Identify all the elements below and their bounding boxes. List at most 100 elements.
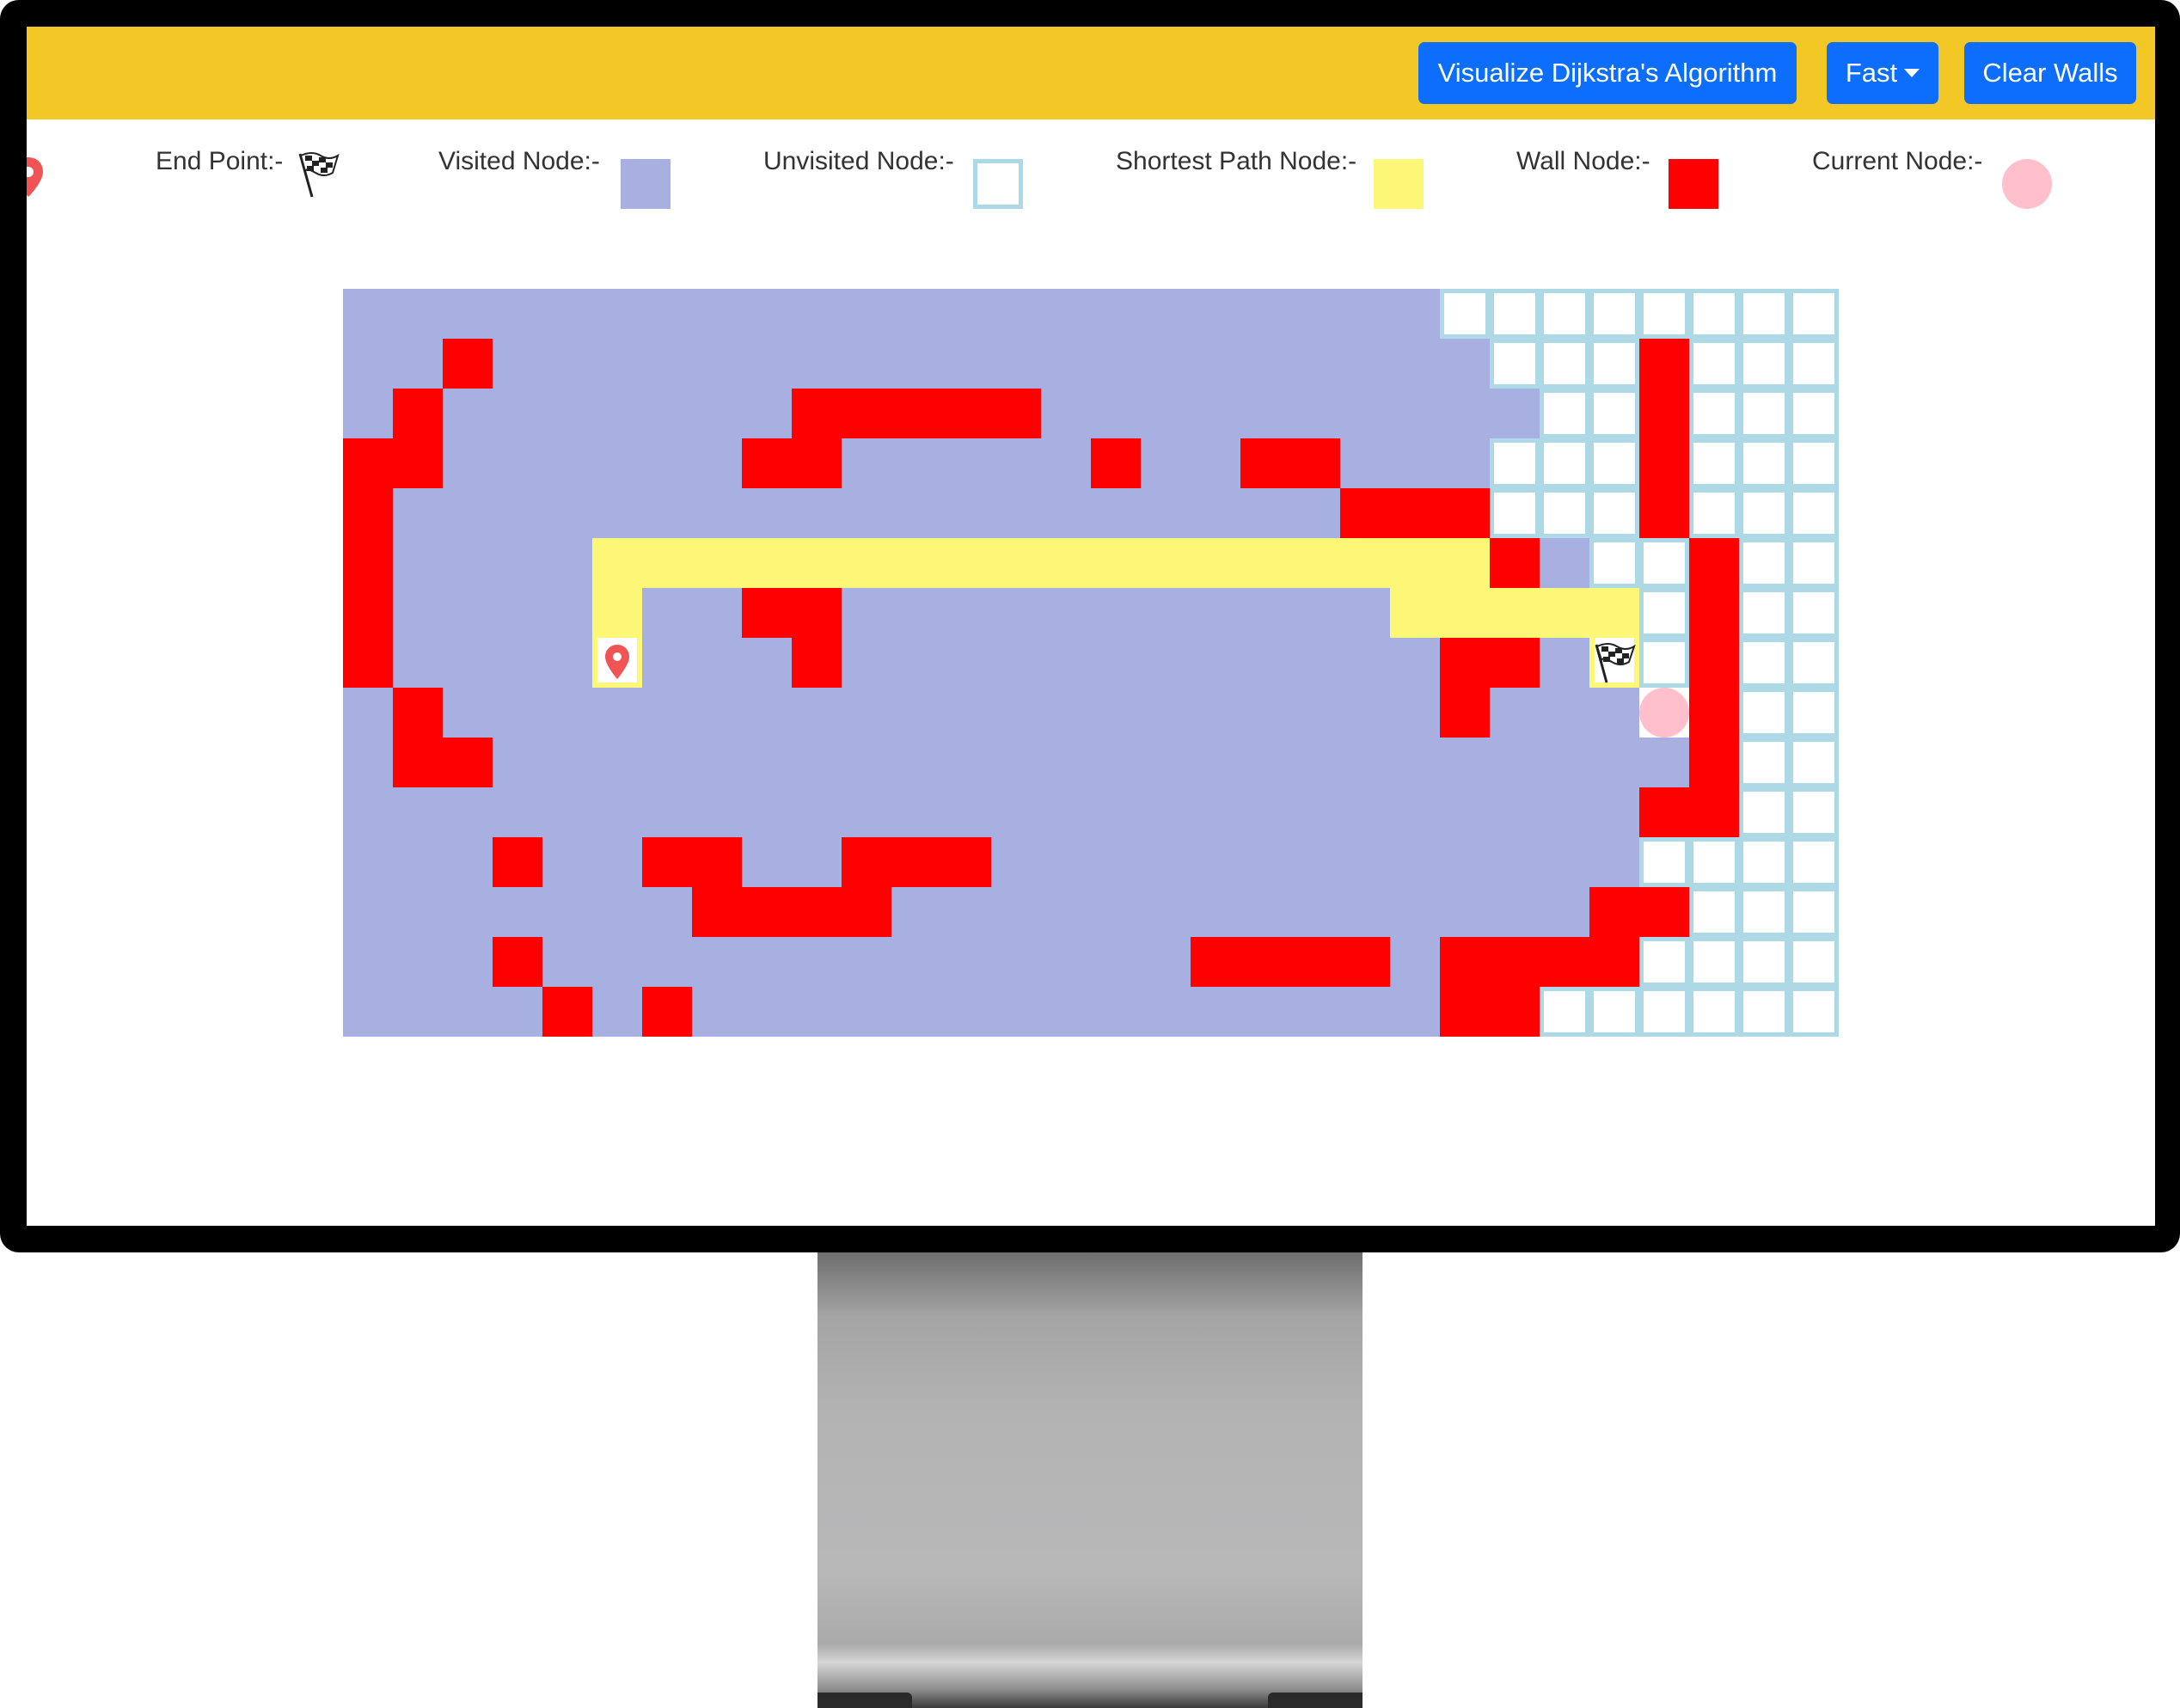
grid-node-visited[interactable] xyxy=(343,787,393,837)
grid-node-unvisited[interactable] xyxy=(1540,488,1589,538)
grid-node-visited[interactable] xyxy=(1240,488,1290,538)
grid-node-visited[interactable] xyxy=(1141,738,1191,787)
grid-node-wall[interactable] xyxy=(1639,787,1689,837)
grid-node-visited[interactable] xyxy=(941,887,991,937)
grid-node-visited[interactable] xyxy=(1340,588,1390,638)
grid-node-visited[interactable] xyxy=(991,937,1041,987)
grid-node-visited[interactable] xyxy=(991,438,1041,488)
grid-node-unvisited[interactable] xyxy=(1789,538,1839,588)
grid-node-unvisited[interactable] xyxy=(1789,987,1839,1037)
grid-node-visited[interactable] xyxy=(393,588,443,638)
grid-node-visited[interactable] xyxy=(592,389,642,438)
grid-node-wall[interactable] xyxy=(343,488,393,538)
grid-node-visited[interactable] xyxy=(443,837,493,887)
grid-node-visited[interactable] xyxy=(1589,837,1639,887)
grid-node-visited[interactable] xyxy=(1091,289,1141,339)
grid-node-visited[interactable] xyxy=(393,837,443,887)
grid-node-visited[interactable] xyxy=(1041,937,1091,987)
grid-node-unvisited[interactable] xyxy=(1689,389,1739,438)
grid-node-wall[interactable] xyxy=(991,389,1041,438)
grid-node-visited[interactable] xyxy=(891,887,941,937)
grid-node-visited[interactable] xyxy=(1091,488,1141,538)
grid-node-unvisited[interactable] xyxy=(1589,389,1639,438)
grid-node-visited[interactable] xyxy=(1290,588,1340,638)
grid-node-visited[interactable] xyxy=(1340,438,1390,488)
grid-node-visited[interactable] xyxy=(842,438,891,488)
grid-node-shortest-path[interactable] xyxy=(941,538,991,588)
grid-node-visited[interactable] xyxy=(1490,837,1540,887)
grid-node-visited[interactable] xyxy=(1141,289,1191,339)
grid-node-visited[interactable] xyxy=(1340,738,1390,787)
grid-node-visited[interactable] xyxy=(941,937,991,987)
grid-node-visited[interactable] xyxy=(941,688,991,738)
grid-node-unvisited[interactable] xyxy=(1589,987,1639,1037)
grid-node-visited[interactable] xyxy=(1340,887,1390,937)
grid-node-shortest-path[interactable] xyxy=(842,538,891,588)
grid-node-unvisited[interactable] xyxy=(1789,688,1839,738)
grid-node-visited[interactable] xyxy=(1191,638,1240,688)
grid-node-visited[interactable] xyxy=(742,837,792,887)
grid-node-visited[interactable] xyxy=(1041,289,1091,339)
grid-node-visited[interactable] xyxy=(642,289,692,339)
grid-node-visited[interactable] xyxy=(393,787,443,837)
grid-node-unvisited[interactable] xyxy=(1739,688,1789,738)
grid-node-visited[interactable] xyxy=(1390,438,1440,488)
grid-node-visited[interactable] xyxy=(642,588,692,638)
grid-node-wall[interactable] xyxy=(1290,438,1340,488)
grid-node-visited[interactable] xyxy=(1490,688,1540,738)
grid-node-wall[interactable] xyxy=(1639,887,1689,937)
grid-node-visited[interactable] xyxy=(842,787,891,837)
grid-node-visited[interactable] xyxy=(592,837,642,887)
grid-node-shortest-path[interactable] xyxy=(1041,538,1091,588)
grid-node-wall[interactable] xyxy=(443,738,493,787)
grid-node-visited[interactable] xyxy=(443,688,493,738)
grid-node-visited[interactable] xyxy=(1191,837,1240,887)
grid-node-wall[interactable] xyxy=(1490,638,1540,688)
grid-node-unvisited[interactable] xyxy=(1639,937,1689,987)
grid-node-visited[interactable] xyxy=(1340,638,1390,688)
grid-node-visited[interactable] xyxy=(941,488,991,538)
grid-node-unvisited[interactable] xyxy=(1789,488,1839,538)
grid-node-visited[interactable] xyxy=(1440,389,1490,438)
grid-node-visited[interactable] xyxy=(891,738,941,787)
grid-node-visited[interactable] xyxy=(343,887,393,937)
grid-node-visited[interactable] xyxy=(792,837,842,887)
grid-node-unvisited[interactable] xyxy=(1689,887,1739,937)
grid-node-visited[interactable] xyxy=(493,538,542,588)
grid-node-visited[interactable] xyxy=(592,987,642,1037)
grid-node-visited[interactable] xyxy=(343,688,393,738)
grid-node-visited[interactable] xyxy=(792,688,842,738)
grid-node-visited[interactable] xyxy=(393,638,443,688)
grid-node-shortest-path[interactable] xyxy=(891,538,941,588)
grid-node-wall[interactable] xyxy=(742,438,792,488)
grid-node-visited[interactable] xyxy=(991,787,1041,837)
grid-node-visited[interactable] xyxy=(692,937,742,987)
grid-node-visited[interactable] xyxy=(493,289,542,339)
grid-node-visited[interactable] xyxy=(542,488,592,538)
grid-node-visited[interactable] xyxy=(1191,588,1240,638)
grid-node-wall[interactable] xyxy=(742,588,792,638)
grid-node-visited[interactable] xyxy=(1141,837,1191,887)
grid-node-visited[interactable] xyxy=(493,688,542,738)
grid-node-visited[interactable] xyxy=(1340,389,1390,438)
grid-node-visited[interactable] xyxy=(1141,588,1191,638)
grid-node-visited[interactable] xyxy=(642,389,692,438)
grid-node-unvisited[interactable] xyxy=(1739,488,1789,538)
grid-node-visited[interactable] xyxy=(692,339,742,389)
grid-node-unvisited[interactable] xyxy=(1589,289,1639,339)
grid-node-visited[interactable] xyxy=(1141,987,1191,1037)
grid-node-unvisited[interactable] xyxy=(1639,987,1689,1037)
grid-node-visited[interactable] xyxy=(1440,887,1490,937)
grid-node-visited[interactable] xyxy=(1091,688,1141,738)
grid-node-visited[interactable] xyxy=(493,488,542,538)
grid-node-shortest-path[interactable] xyxy=(592,588,642,638)
grid-node-visited[interactable] xyxy=(1540,887,1589,937)
grid-node-visited[interactable] xyxy=(592,339,642,389)
grid-node-unvisited[interactable] xyxy=(1739,987,1789,1037)
grid-node-visited[interactable] xyxy=(493,987,542,1037)
grid-node-visited[interactable] xyxy=(493,787,542,837)
grid-node-visited[interactable] xyxy=(542,837,592,887)
grid-node-visited[interactable] xyxy=(692,588,742,638)
grid-node-shortest-path[interactable] xyxy=(1390,588,1440,638)
grid-node-visited[interactable] xyxy=(642,339,692,389)
